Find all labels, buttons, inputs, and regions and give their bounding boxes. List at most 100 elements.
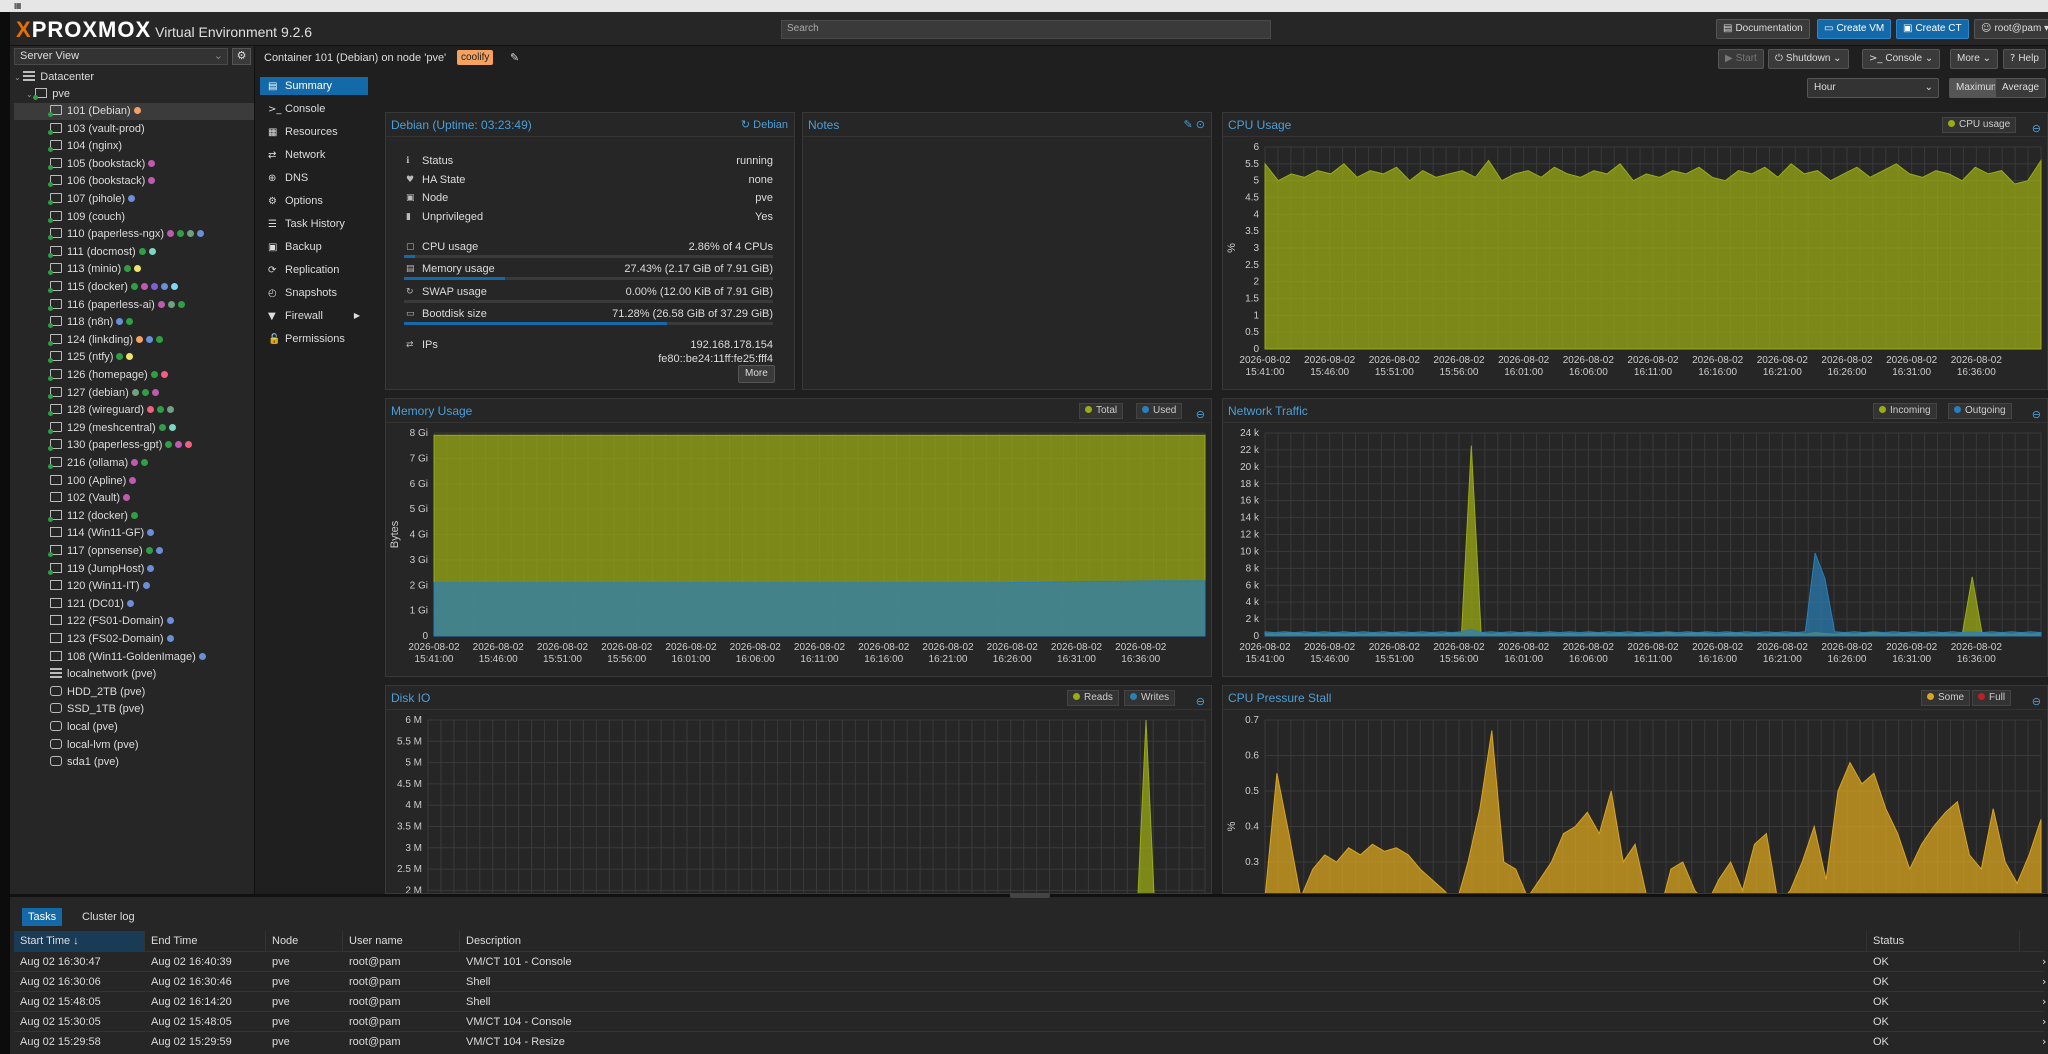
tag-badge[interactable]: coolify: [457, 50, 494, 65]
table-row[interactable]: Aug 02 15:30:05 Aug 02 15:48:05 pve root@pa…: [14, 1011, 2046, 1032]
nav-network[interactable]: ⇄ Network: [260, 146, 368, 164]
nav-backup[interactable]: ▣ Backup: [260, 238, 368, 256]
tree-node[interactable]: ⌄ pve: [26, 86, 266, 103]
tree-item[interactable]: 102 (Vault): [14, 490, 254, 507]
search-input[interactable]: Search: [781, 20, 1271, 39]
legend-item[interactable]: Writes: [1124, 690, 1176, 706]
tree-item[interactable]: localnetwork (pve): [14, 666, 254, 683]
start-button[interactable]: ▶ Start: [1718, 49, 1764, 69]
tree-item[interactable]: 116 (paperless-ai): [14, 297, 254, 314]
tree-item[interactable]: 110 (paperless-ngx): [14, 226, 254, 243]
tree-item[interactable]: 121 (DC01): [14, 596, 254, 613]
nav-options[interactable]: ⚙ Options: [260, 192, 368, 210]
tree-item[interactable]: 216 (ollama): [14, 455, 254, 472]
tree-item[interactable]: 114 (Win11-GF): [14, 525, 254, 542]
legend-item[interactable]: Full: [1972, 690, 2012, 706]
nav-snapshots[interactable]: ◴ Snapshots: [260, 284, 368, 302]
chart-tool-icon[interactable]: ⊖: [1196, 690, 1205, 714]
nav-dns[interactable]: ⊕ DNS: [260, 169, 368, 187]
tree-item[interactable]: 126 (homepage): [14, 367, 254, 384]
column-header[interactable]: Status: [1867, 931, 2020, 951]
tree-item[interactable]: 109 (couch): [14, 209, 254, 226]
legend-item[interactable]: Used: [1136, 403, 1183, 419]
tree-item[interactable]: 107 (pihole): [14, 191, 254, 208]
nav-permissions[interactable]: 🔓 Permissions: [260, 330, 368, 348]
tree-item[interactable]: HDD_2TB (pve): [14, 684, 254, 701]
table-row[interactable]: Aug 02 15:29:58 Aug 02 15:29:59 pve root@pa…: [14, 1031, 2046, 1052]
nav-task-history[interactable]: ☰ Task History: [260, 215, 368, 233]
edit-tags-icon[interactable]: ✎: [510, 51, 519, 64]
legend-item[interactable]: Reads: [1067, 690, 1119, 706]
table-row[interactable]: Aug 02 15:48:05 Aug 02 16:14:20 pve root@pa…: [14, 991, 2046, 1012]
view-selector[interactable]: Server View ⌄: [14, 48, 228, 65]
more-button[interactable]: More ⌄: [1950, 49, 1998, 69]
chevron-right-icon[interactable]: ›: [2036, 992, 2046, 1012]
tree-item[interactable]: SSD_1TB (pve): [14, 701, 254, 718]
chart-tool-icon[interactable]: ⊖: [2032, 690, 2041, 714]
tree-item[interactable]: 117 (opnsense): [14, 543, 254, 560]
shutdown-button[interactable]: ⏻ Shutdown ⌄: [1768, 49, 1849, 69]
column-header[interactable]: End Time: [145, 931, 266, 951]
nav-replication[interactable]: ⟳ Replication: [260, 261, 368, 279]
tree-item[interactable]: 100 (Apline): [14, 473, 254, 490]
column-header[interactable]: Node: [266, 931, 343, 951]
tree-item[interactable]: 128 (wireguard): [14, 402, 254, 419]
nav-console[interactable]: >_ Console: [260, 100, 368, 118]
nav-firewall[interactable]: ▼ Firewall ▶: [260, 307, 368, 325]
create-ct-button[interactable]: ▣ Create CT: [1896, 19, 1969, 39]
tree-item[interactable]: local (pve): [14, 719, 254, 736]
help-button[interactable]: ? Help: [2003, 49, 2046, 69]
tree-item[interactable]: 104 (nginx): [14, 138, 254, 155]
tree-item[interactable]: 129 (meshcentral): [14, 420, 254, 437]
legend-item[interactable]: Some: [1921, 690, 1971, 706]
legend-item[interactable]: Incoming: [1873, 403, 1937, 419]
timeframe-select[interactable]: Hour ⌄: [1807, 78, 1939, 98]
resize-handle[interactable]: [1010, 893, 1050, 898]
tree-item[interactable]: 113 (minio): [14, 261, 254, 278]
tree-item[interactable]: 130 (paperless-gpt): [14, 437, 254, 454]
column-header[interactable]: User name: [343, 931, 460, 951]
tree-item[interactable]: 112 (docker): [14, 508, 254, 525]
tree-item[interactable]: 120 (Win11-IT): [14, 578, 254, 595]
edit-notes-icon[interactable]: ✎ ⊙: [1184, 113, 1206, 137]
chart-tool-icon[interactable]: ⊖: [2032, 403, 2041, 427]
tree-item[interactable]: 127 (debian): [14, 385, 254, 402]
legend-item[interactable]: Outgoing: [1948, 403, 2012, 419]
tree-item[interactable]: 124 (linkding): [14, 332, 254, 349]
table-row[interactable]: Aug 02 16:30:06 Aug 02 16:30:46 pve root@pa…: [14, 971, 2046, 992]
tree-item[interactable]: 119 (JumpHost): [14, 561, 254, 578]
tree-item[interactable]: 101 (Debian): [14, 103, 254, 120]
tree-item[interactable]: 122 (FS01-Domain): [14, 613, 254, 630]
tree-item[interactable]: sda1 (pve): [14, 754, 254, 771]
documentation-button[interactable]: ▤ Documentation: [1716, 19, 1810, 39]
create-vm-button[interactable]: ▭ Create VM: [1817, 19, 1892, 39]
average-toggle[interactable]: Average: [1995, 78, 2047, 98]
column-header[interactable]: Description: [460, 931, 1867, 951]
gear-icon[interactable]: ⚙: [232, 48, 251, 65]
chevron-right-icon[interactable]: ›: [2036, 952, 2046, 972]
tree-item[interactable]: 105 (bookstack): [14, 156, 254, 173]
chevron-right-icon[interactable]: ›: [2036, 972, 2046, 992]
tree-item[interactable]: 118 (n8n): [14, 314, 254, 331]
legend-item[interactable]: CPU usage: [1942, 117, 2017, 133]
more-ips-button[interactable]: More: [738, 365, 775, 383]
tab-cluster-log[interactable]: Cluster log: [76, 908, 141, 926]
tab-tasks[interactable]: Tasks: [22, 908, 63, 926]
legend-item[interactable]: Total: [1079, 403, 1124, 419]
chart-tool-icon[interactable]: ⊖: [1196, 403, 1205, 427]
table-row[interactable]: Aug 02 16:30:47 Aug 02 16:40:39 pve root@pa…: [14, 951, 2046, 972]
tree-datacenter[interactable]: ⌄ Datacenter: [14, 69, 254, 86]
tree-item[interactable]: 125 (ntfy): [14, 349, 254, 366]
tree-item[interactable]: 106 (bookstack): [14, 173, 254, 190]
console-button[interactable]: >_ Console ⌄: [1862, 49, 1941, 69]
chevron-right-icon[interactable]: ›: [2036, 1032, 2046, 1052]
nav-summary[interactable]: ▤ Summary: [260, 77, 368, 95]
tree-item[interactable]: 111 (docmost): [14, 244, 254, 261]
tree-item[interactable]: 103 (vault-prod): [14, 121, 254, 138]
tree-item[interactable]: 123 (FS02-Domain): [14, 631, 254, 648]
chevron-right-icon[interactable]: ›: [2036, 1012, 2046, 1032]
nav-resources[interactable]: ▦ Resources: [260, 123, 368, 141]
tree-item[interactable]: local-lvm (pve): [14, 737, 254, 754]
tree-item[interactable]: 115 (docker): [14, 279, 254, 296]
column-header[interactable]: Start Time ↓: [14, 931, 145, 951]
